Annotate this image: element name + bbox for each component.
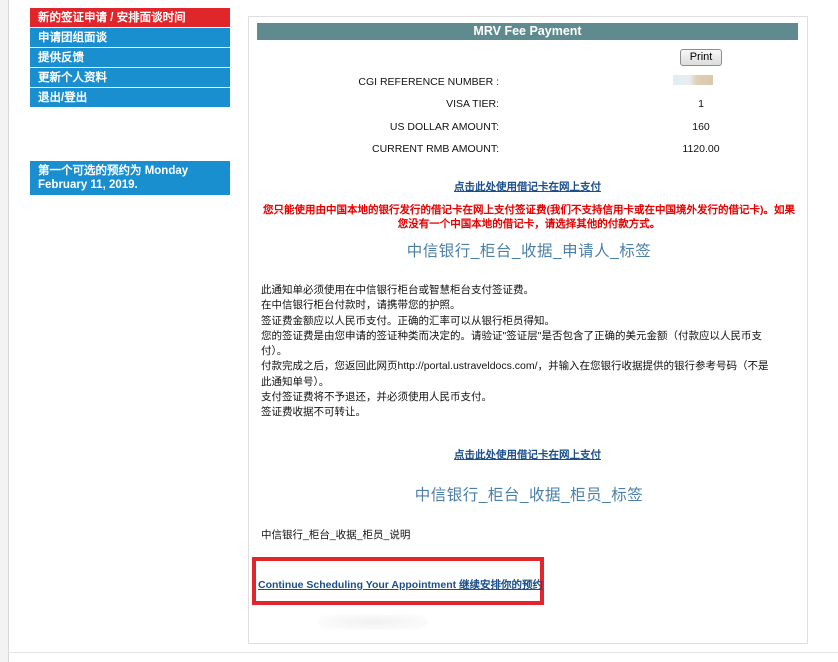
fee-label-tier: VISA TIER:	[446, 98, 499, 110]
sidebar-item-new-application[interactable]: 新的签证申请 / 安排面谈时间	[30, 8, 230, 28]
instruction-line: 支付签证费将不予退还，并必须使用人民币支付。	[261, 391, 492, 404]
debit-card-warning-line-2: 您没有一个中国本地的借记卡，请选择其他的付款方式。	[397, 218, 661, 230]
print-button[interactable]: Print	[680, 49, 722, 66]
instruction-line: 签证费收据不可转让。	[261, 406, 366, 419]
teller-label-caption: 中信银行_柜台_收据_柜员_说明	[261, 529, 411, 541]
sidebar-item-feedback[interactable]: 提供反馈	[30, 48, 230, 68]
fee-label-reference: CGI REFERENCE NUMBER :	[358, 76, 499, 88]
instruction-line: 签证费金额应以人民币支付。正确的汇率可以从银行柜员得知。	[261, 314, 555, 327]
payment-instructions: 此通知单必须使用在中信银行柜台或智慧柜台支付签证费。 在中信银行柜台付款时，请携…	[261, 283, 781, 421]
bottom-divider	[8, 652, 838, 653]
instruction-line: 此通知单必须使用在中信银行柜台或智慧柜台支付签证费。	[261, 284, 534, 296]
sidebar-item-update-profile[interactable]: 更新个人资料	[30, 68, 230, 88]
applicant-label-heading: 中信银行_柜台_收据_申请人_标签	[406, 243, 652, 260]
instruction-line: 付款完成之后，您返回此网页http://portal.ustraveldocs.…	[261, 360, 769, 373]
instruction-line: 付）。	[261, 345, 288, 358]
mrv-fee-payment-panel: MRV Fee Payment Print CGI REFERENCE NUMB…	[248, 16, 808, 644]
continue-scheduling-link[interactable]: Continue Scheduling Your Appointment 继续安…	[258, 577, 543, 592]
teller-label-heading: 中信银行_柜台_收据_柜员_标签	[414, 487, 644, 504]
fee-value-usd: 160	[692, 121, 710, 133]
pay-online-debit-link-top[interactable]: 点击此处使用借记卡在网上支付	[454, 179, 601, 194]
pay-online-debit-link-bottom[interactable]: 点击此处使用借记卡在网上支付	[454, 447, 601, 462]
instruction-line: 在中信银行柜台付款时，请携带您的护照。	[261, 299, 461, 312]
fee-label-rmb: CURRENT RMB AMOUNT:	[372, 143, 499, 155]
fee-label-usd: US DOLLAR AMOUNT:	[389, 121, 499, 133]
debit-card-warning-line-1: 您只能使用由中国本地的银行发行的借记卡在网上支付签证费(我们不支持信用卡或在中国…	[263, 204, 795, 216]
first-available-appointment-note: 第一个可选的预约为 Monday February 11, 2019.	[30, 161, 230, 195]
panel-title: MRV Fee Payment	[257, 23, 798, 40]
sidebar-item-logout[interactable]: 退出/登出	[30, 88, 230, 108]
sidebar-menu: 新的签证申请 / 安排面谈时间 申请团组面谈 提供反馈 更新个人资料 退出/登出	[30, 8, 230, 108]
redacted-smudge	[318, 614, 428, 630]
fee-value-tier: 1	[698, 98, 704, 110]
sidebar-item-group-interview[interactable]: 申请团组面谈	[30, 28, 230, 48]
redacted-reference-number	[673, 75, 713, 85]
fee-value-rmb: 1120.00	[682, 143, 720, 155]
instruction-line: 您的签证费是由您申请的签证种类而决定的。请验证"签证层"是否包含了正确的美元金额…	[261, 329, 762, 342]
instruction-line: 此通知单号）。	[261, 375, 330, 388]
